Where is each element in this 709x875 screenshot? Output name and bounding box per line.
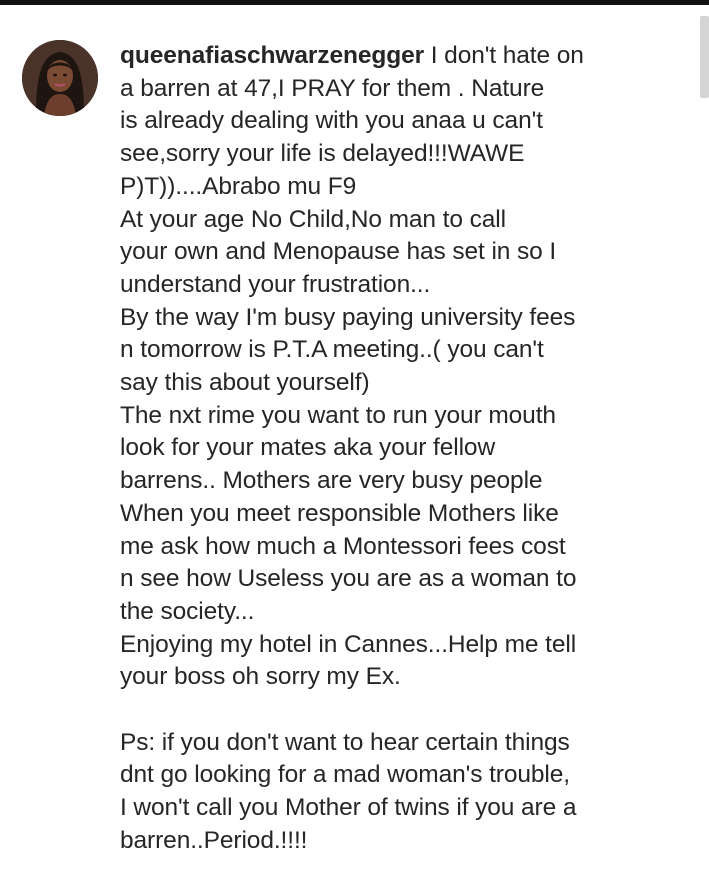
comment-line: me ask how much a Montessori fees cost (120, 532, 566, 560)
comment-line: Enjoying my hotel in Cannes...Help me te… (120, 630, 577, 658)
comment-line: is already dealing with you anaa u can't (120, 107, 543, 135)
comment-line: your boss oh sorry my Ex. (120, 663, 401, 691)
paragraph-break (120, 694, 680, 727)
comment-text: queenafiaschwarzenegger I don't hate on … (120, 40, 680, 858)
comment-line: a barren at 47,I PRAY for them . Nature (120, 74, 545, 102)
comment-line: barrens.. Mothers are very busy people (120, 467, 543, 495)
comment-line: look for your mates aka your fellow (120, 434, 496, 462)
comment-line: see,sorry your life is delayed!!!WAWE (120, 140, 525, 168)
ps-line: barren..Period.!!!! (120, 826, 308, 854)
comment-line: the society... (120, 597, 255, 625)
comment-first-line: queenafiaschwarzenegger I don't hate on (120, 40, 680, 73)
scrollbar-thumb[interactable] (700, 16, 709, 98)
comment-line: The nxt rime you want to run your mouth (120, 401, 556, 429)
ps-line: dnt go looking for a mad woman's trouble… (120, 761, 570, 789)
username-link[interactable]: queenafiaschwarzenegger (120, 42, 424, 69)
comment-text-start: I don't hate on (424, 42, 584, 69)
comment-line: understand your frustration... (120, 270, 431, 298)
ps-line: I won't call you Mother of twins if you … (120, 794, 577, 822)
comment-line: say this about yourself) (120, 369, 370, 397)
ps-line: Ps: if you don't want to hear certain th… (120, 728, 570, 756)
comment-line: At your age No Child,No man to call (120, 205, 506, 233)
comment-line: When you meet responsible Mothers like (120, 499, 559, 527)
avatar[interactable] (22, 40, 98, 116)
comment-line: n tomorrow is P.T.A meeting..( you can't (120, 336, 544, 364)
comment-line: P)T))....Abrabo mu F9 (120, 172, 357, 200)
comment-line: By the way I'm busy paying university fe… (120, 303, 576, 331)
comment-line: n see how Useless you are as a woman to (120, 565, 577, 593)
profile-photo-icon (22, 40, 98, 116)
comment-line: your own and Menopause has set in so I (120, 238, 557, 266)
top-divider (0, 0, 709, 5)
